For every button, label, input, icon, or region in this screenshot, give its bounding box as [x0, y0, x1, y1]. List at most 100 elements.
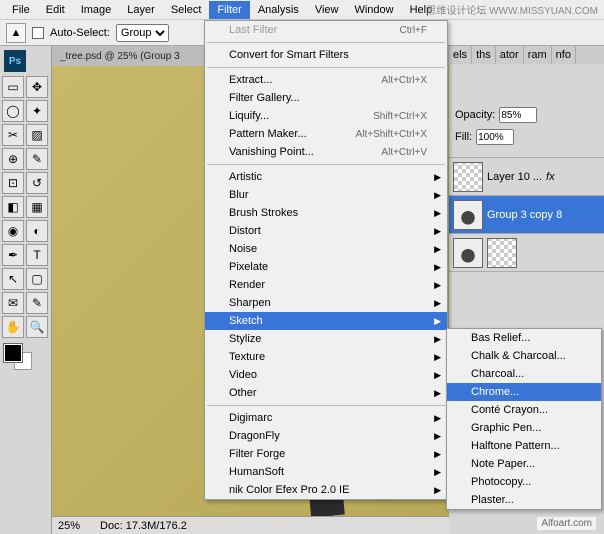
submenu-photocopy[interactable]: Photocopy... [447, 473, 601, 491]
blur-tool[interactable]: ◉ [2, 220, 24, 242]
submenu-conte-crayon[interactable]: Conté Crayon... [447, 401, 601, 419]
menu-video[interactable]: Video▶ [205, 366, 447, 384]
menu-pixelate[interactable]: Pixelate▶ [205, 258, 447, 276]
submenu-bas-relief[interactable]: Bas Relief... [447, 329, 601, 347]
fill-label: Fill: [455, 131, 472, 143]
menu-noise[interactable]: Noise▶ [205, 240, 447, 258]
menu-pattern-maker[interactable]: Pattern Maker...Alt+Shift+Ctrl+X [205, 125, 447, 143]
toolbox: Ps ▭✥ ◯✦ ✂▨ ⊕✎ ⊡↺ ◧▦ ◉◐ ✒T ↖▢ ✉✎ ✋🔍 [0, 46, 52, 534]
menu-image[interactable]: Image [73, 1, 120, 19]
opacity-label: Opacity: [455, 109, 495, 121]
eraser-tool[interactable]: ◧ [2, 196, 24, 218]
path-tool[interactable]: ↖ [2, 268, 24, 290]
menu-select[interactable]: Select [163, 1, 210, 19]
menu-extract[interactable]: Extract...Alt+Ctrl+X [205, 71, 447, 89]
dodge-tool[interactable]: ◐ [26, 220, 48, 242]
slice-tool[interactable]: ▨ [26, 124, 48, 146]
menu-filter[interactable]: Filter [209, 1, 249, 19]
panel-tab[interactable]: els [449, 46, 472, 64]
panel-tab[interactable]: ram [524, 46, 552, 64]
menu-texture[interactable]: Texture▶ [205, 348, 447, 366]
menu-file[interactable]: File [4, 1, 38, 19]
footer-watermark: Alfoart.com [537, 517, 596, 530]
gradient-tool[interactable]: ▦ [26, 196, 48, 218]
menu-sharpen[interactable]: Sharpen▶ [205, 294, 447, 312]
menu-vanishing-point[interactable]: Vanishing Point...Alt+Ctrl+V [205, 143, 447, 161]
zoom-level[interactable]: 25% [58, 520, 80, 532]
opacity-input[interactable] [499, 107, 537, 123]
brush-tool[interactable]: ✎ [26, 148, 48, 170]
menu-convert-smart[interactable]: Convert for Smart Filters [205, 46, 447, 64]
submenu-plaster[interactable]: Plaster... [447, 491, 601, 509]
fill-input[interactable] [476, 129, 514, 145]
submenu-halftone[interactable]: Halftone Pattern... [447, 437, 601, 455]
menu-filter-gallery[interactable]: Filter Gallery... [205, 89, 447, 107]
submenu-graphic-pen[interactable]: Graphic Pen... [447, 419, 601, 437]
ps-logo-icon: Ps [4, 50, 26, 72]
auto-select-checkbox[interactable] [32, 27, 44, 39]
menu-dragonfly[interactable]: DragonFly▶ [205, 427, 447, 445]
marquee-tool[interactable]: ▭ [2, 76, 24, 98]
notes-tool[interactable]: ✉ [2, 292, 24, 314]
menu-blur[interactable]: Blur▶ [205, 186, 447, 204]
foreground-color-swatch[interactable] [4, 344, 22, 362]
eyedropper-tool[interactable]: ✎ [26, 292, 48, 314]
pen-tool[interactable]: ✒ [2, 244, 24, 266]
auto-select-label: Auto-Select: [50, 27, 110, 39]
submenu-charcoal[interactable]: Charcoal... [447, 365, 601, 383]
menubar: File Edit Image Layer Select Filter Anal… [0, 0, 604, 20]
zoom-tool[interactable]: 🔍 [26, 316, 48, 338]
menu-render[interactable]: Render▶ [205, 276, 447, 294]
menu-filter-forge[interactable]: Filter Forge▶ [205, 445, 447, 463]
layer-thumbnail [453, 162, 483, 192]
sketch-submenu: Bas Relief... Chalk & Charcoal... Charco… [446, 328, 602, 510]
layer-thumbnail [453, 238, 483, 268]
submenu-note-paper[interactable]: Note Paper... [447, 455, 601, 473]
submenu-chalk-charcoal[interactable]: Chalk & Charcoal... [447, 347, 601, 365]
color-swatches[interactable] [2, 344, 49, 374]
menu-humansoft[interactable]: HumanSoft▶ [205, 463, 447, 481]
wand-tool[interactable]: ✦ [26, 100, 48, 122]
type-tool[interactable]: T [26, 244, 48, 266]
move-tool[interactable]: ✥ [26, 76, 48, 98]
crop-tool[interactable]: ✂ [2, 124, 24, 146]
doc-size: Doc: 17.3M/176.2 [100, 520, 187, 532]
watermark-top: 思维设计论坛 WWW.MISSYUAN.COM [426, 2, 598, 17]
menu-stylize[interactable]: Stylize▶ [205, 330, 447, 348]
menu-liquify[interactable]: Liquify...Shift+Ctrl+X [205, 107, 447, 125]
menu-layer[interactable]: Layer [119, 1, 163, 19]
layer-thumbnail [453, 200, 483, 230]
shape-tool[interactable]: ▢ [26, 268, 48, 290]
submenu-chrome[interactable]: Chrome... [447, 383, 601, 401]
hand-tool[interactable]: ✋ [2, 316, 24, 338]
menu-nik-color-efex[interactable]: nik Color Efex Pro 2.0 IE▶ [205, 481, 447, 499]
menu-brush-strokes[interactable]: Brush Strokes▶ [205, 204, 447, 222]
lasso-tool[interactable]: ◯ [2, 100, 24, 122]
layer-name[interactable]: Layer 10 ... [487, 171, 542, 183]
menu-sketch[interactable]: Sketch▶ [205, 312, 447, 330]
auto-select-dropdown[interactable]: Group [116, 24, 169, 42]
menu-other[interactable]: Other▶ [205, 384, 447, 402]
panel-tab[interactable]: ator [496, 46, 524, 64]
menu-artistic[interactable]: Artistic▶ [205, 168, 447, 186]
layer-row[interactable]: Layer 10 ... fx [449, 158, 604, 196]
menu-edit[interactable]: Edit [38, 1, 73, 19]
layer-row[interactable] [449, 234, 604, 272]
layer-name[interactable]: Group 3 copy 8 [487, 209, 562, 221]
menu-analysis[interactable]: Analysis [250, 1, 307, 19]
layer-mask-thumbnail [487, 238, 517, 268]
layer-row-selected[interactable]: Group 3 copy 8 [449, 196, 604, 234]
heal-tool[interactable]: ⊕ [2, 148, 24, 170]
panel-tab[interactable]: ths [472, 46, 496, 64]
layer-fx-badge[interactable]: fx [546, 171, 555, 183]
filter-menu-dropdown: Last FilterCtrl+F Convert for Smart Filt… [204, 20, 448, 500]
menu-view[interactable]: View [307, 1, 347, 19]
history-brush-tool[interactable]: ↺ [26, 172, 48, 194]
panel-tab[interactable]: nfo [552, 46, 576, 64]
move-tool-icon[interactable]: ▲ [6, 23, 26, 43]
menu-distort[interactable]: Distort▶ [205, 222, 447, 240]
stamp-tool[interactable]: ⊡ [2, 172, 24, 194]
menu-window[interactable]: Window [346, 1, 401, 19]
menu-digimarc[interactable]: Digimarc▶ [205, 409, 447, 427]
panel-tabs: els ths ator ram nfo [449, 46, 604, 64]
